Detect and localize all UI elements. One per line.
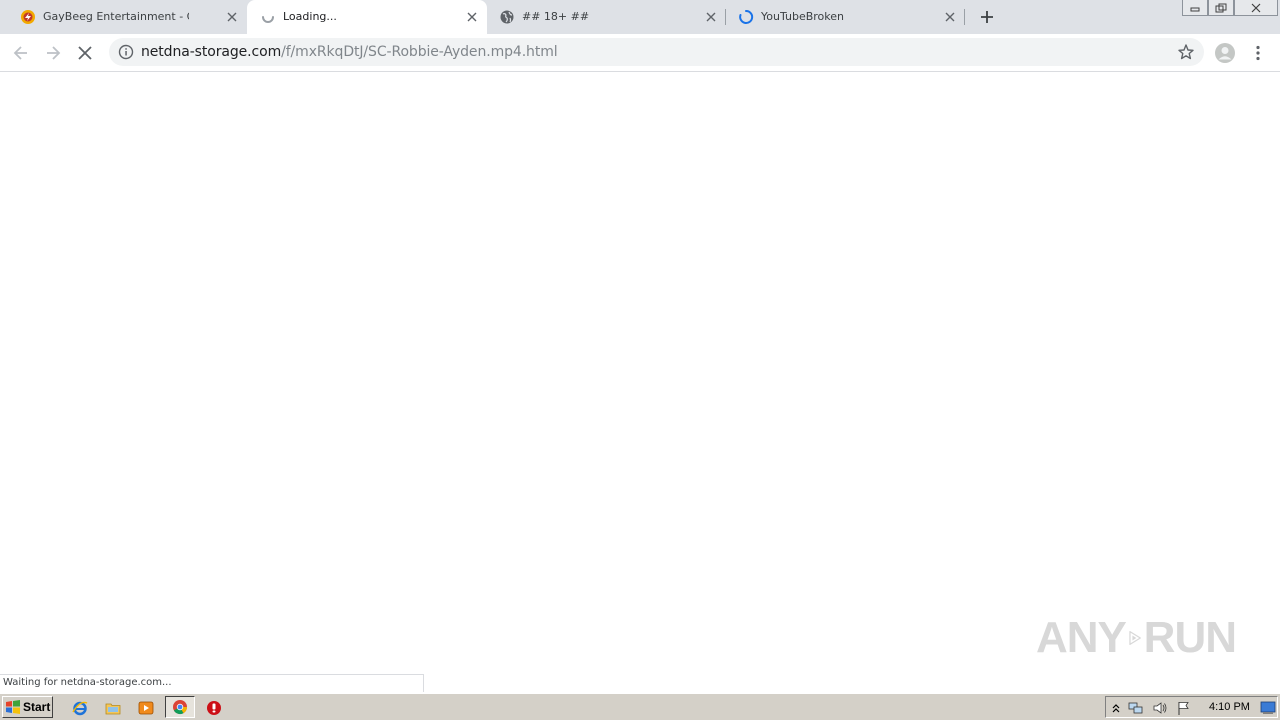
- restore-icon: [1215, 3, 1227, 12]
- back-button[interactable]: [10, 42, 32, 64]
- status-bubble: Waiting for netdna-storage.com...: [0, 674, 424, 692]
- tab-youtubebroken[interactable]: YouTubeBroken: [725, 0, 965, 34]
- close-icon[interactable]: [464, 9, 480, 25]
- tab-separator: [964, 9, 965, 25]
- start-button[interactable]: Start: [2, 696, 53, 718]
- explorer-launcher[interactable]: [104, 699, 122, 717]
- show-hidden-icons-button[interactable]: [1108, 700, 1124, 716]
- tab-strip: GayBeeg Entertainment - Gay Porn E Loadi…: [0, 0, 1280, 34]
- folder-icon: [105, 703, 121, 715]
- minimize-icon: [1190, 7, 1200, 11]
- start-label: Start: [23, 700, 51, 714]
- opera-launcher[interactable]: [205, 699, 223, 717]
- window-controls: [1182, 0, 1278, 18]
- anyrun-watermark: ANY RUN: [1036, 606, 1237, 670]
- avatar-icon: [1215, 43, 1235, 63]
- new-tab-button[interactable]: [976, 6, 998, 28]
- page-content: [0, 72, 1280, 692]
- address-bar[interactable]: netdna-storage.com/f/mxRkqDtJ/SC-Robbie-…: [109, 38, 1204, 66]
- chevron-up-icon: [1112, 704, 1120, 713]
- loading-spinner-icon: [739, 9, 754, 24]
- close-icon: [1251, 3, 1261, 12]
- windows-logo-icon: [6, 700, 20, 714]
- flag-icon: [1178, 702, 1189, 715]
- clock[interactable]: 4:10 PM: [1209, 701, 1250, 713]
- bookmark-star-icon[interactable]: [1177, 43, 1195, 61]
- close-window-button[interactable]: [1234, 0, 1278, 16]
- globe-icon: [500, 10, 514, 24]
- browser-toolbar: netdna-storage.com/f/mxRkqDtJ/SC-Robbie-…: [0, 34, 1280, 72]
- tab-18plus[interactable]: ## 18+ ##: [486, 0, 726, 34]
- tab-title: GayBeeg Entertainment - Gay Porn E: [43, 10, 189, 23]
- action-center-tray-icon[interactable]: [1176, 700, 1192, 716]
- taskbar: Start 4:10 PM: [0, 693, 1280, 720]
- close-icon[interactable]: [942, 9, 958, 25]
- chrome-taskbar-button[interactable]: [165, 696, 195, 718]
- profile-button[interactable]: [1214, 42, 1236, 64]
- opera-icon: [207, 701, 221, 715]
- more-vert-icon: [1256, 45, 1260, 61]
- url-text[interactable]: netdna-storage.com/f/mxRkqDtJ/SC-Robbie-…: [141, 44, 558, 60]
- play-logo-icon: [1129, 630, 1141, 646]
- stop-icon: [78, 46, 92, 60]
- ie-launcher[interactable]: [71, 699, 89, 717]
- minimize-button[interactable]: [1182, 0, 1208, 16]
- network-tray-icon[interactable]: [1128, 700, 1144, 716]
- tab-title: YouTubeBroken: [761, 10, 845, 23]
- volume-tray-icon[interactable]: [1152, 700, 1168, 716]
- forward-arrow-icon: [47, 46, 61, 60]
- tab-gaybeeg[interactable]: GayBeeg Entertainment - Gay Porn E: [7, 0, 247, 34]
- stop-loading-button[interactable]: [74, 42, 96, 64]
- close-icon[interactable]: [703, 9, 719, 25]
- info-icon[interactable]: [118, 44, 134, 60]
- watermark-left-text: ANY: [1036, 613, 1127, 662]
- internet-explorer-icon: [72, 701, 88, 716]
- url-host: netdna-storage.com: [141, 44, 282, 60]
- plus-icon: [981, 11, 993, 23]
- back-arrow-icon: [13, 46, 27, 60]
- url-path: /f/mxRkqDtJ/SC-Robbie-Ayden.mp4.html: [281, 44, 558, 60]
- tab-loading[interactable]: Loading...: [247, 0, 487, 34]
- desktop-icon: [1260, 701, 1276, 714]
- speaker-icon: [1153, 702, 1167, 714]
- media-player-launcher[interactable]: [137, 699, 155, 717]
- system-tray: 4:10 PM: [1105, 696, 1278, 718]
- watermark-right-text: RUN: [1143, 613, 1237, 662]
- network-icon: [1128, 702, 1143, 714]
- show-desktop-button[interactable]: [1260, 700, 1276, 716]
- site-favicon: [21, 10, 35, 24]
- close-icon[interactable]: [224, 9, 240, 25]
- tab-title: Loading...: [283, 10, 337, 23]
- restore-button[interactable]: [1208, 0, 1234, 16]
- loading-spinner-icon: [262, 16, 274, 23]
- chrome-icon: [173, 700, 188, 715]
- media-player-icon: [138, 701, 154, 715]
- forward-button[interactable]: [42, 42, 64, 64]
- menu-button[interactable]: [1247, 42, 1269, 64]
- tab-title: ## 18+ ##: [522, 10, 590, 23]
